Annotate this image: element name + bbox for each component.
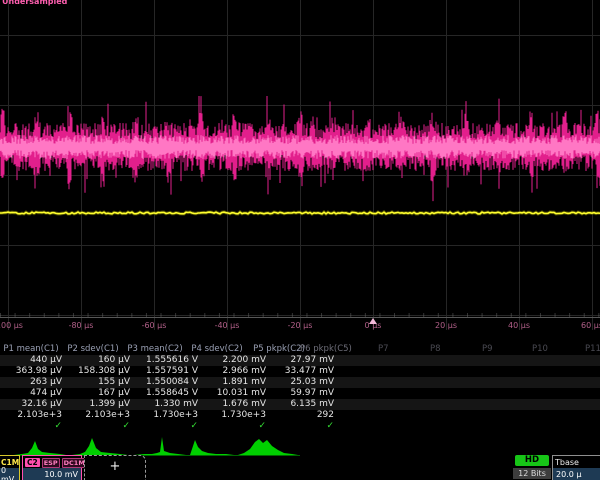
status-check-icon: ✓ <box>0 421 68 432</box>
status-row: ✓✓✓✓✓ <box>0 421 600 432</box>
param-value: 33.477 mV <box>272 366 340 377</box>
param-value: 158.308 µV <box>68 366 136 377</box>
time-axis-label: -20 µs <box>288 321 313 330</box>
param-value: 160 µV <box>68 355 136 366</box>
param-header[interactable]: P1 mean(C1) <box>0 344 62 355</box>
hd-badge: HD <box>515 455 549 466</box>
table-row: 363.98 µV158.308 µV1.557591 V2.966 mV33.… <box>0 366 600 377</box>
time-axis-label: 60 µs <box>581 321 600 330</box>
param-value: 1.550084 V <box>136 377 204 388</box>
param-header-unused[interactable]: P8 <box>430 344 441 355</box>
histicon <box>14 441 66 455</box>
undersampled-warning-label: Undersampled <box>2 0 67 6</box>
table-row: 474 µV167 µV1.558645 V10.031 mV59.97 mV <box>0 388 600 399</box>
c1-channel-descriptor[interactable]: C1M 0 mV <box>0 455 20 480</box>
histicon <box>238 439 298 455</box>
param-value: 32.16 µV <box>0 399 68 410</box>
param-value: 1.399 µV <box>68 399 136 410</box>
status-check-icon: ✓ <box>136 421 204 432</box>
param-header-unused[interactable]: P11 <box>585 344 600 355</box>
time-axis-label: -80 µs <box>69 321 94 330</box>
param-value: 2.103e+3 <box>68 410 136 421</box>
hd-bits-label: 12 Bits <box>513 468 551 479</box>
param-value: 2.103e+3 <box>0 410 68 421</box>
timebase-scale-value: 20.0 µ <box>553 468 600 480</box>
status-check-icon: ✓ <box>68 421 136 432</box>
c2-esp-chip: ESP <box>42 458 60 468</box>
histicon <box>72 438 128 455</box>
trigger-position-marker[interactable] <box>369 318 377 324</box>
table-row: 440 µV160 µV1.555616 V2.200 mV27.97 mV <box>0 355 600 366</box>
param-value: 1.558645 V <box>136 388 204 399</box>
hd-mode-indicator[interactable]: HD 12 Bits <box>512 455 552 480</box>
time-axis-label: 40 µs <box>508 321 530 330</box>
param-value: 1.555616 V <box>136 355 204 366</box>
param-header-unused[interactable]: P10 <box>532 344 548 355</box>
time-axis: -100 µs-80 µs-60 µs-40 µs-20 µs0 µs20 µs… <box>0 319 600 333</box>
param-value: 440 µV <box>0 355 68 366</box>
c2-scale-value: 10.0 mV <box>23 468 81 480</box>
param-value: 1.891 mV <box>204 377 272 388</box>
timebase-descriptor[interactable]: Tbase 20.0 µ <box>552 455 600 480</box>
table-row: 32.16 µV1.399 µV1.330 mV1.676 mV6.135 mV <box>0 399 600 410</box>
param-header[interactable]: P2 sdev(C1) <box>62 344 124 355</box>
status-check-icon: ✓ <box>204 421 272 432</box>
param-header-unused[interactable]: P6 pkpk(C5) <box>300 344 352 355</box>
param-value: 27.97 mV <box>272 355 340 366</box>
table-row: 263 µV155 µV1.550084 V1.891 mV25.03 mV <box>0 377 600 388</box>
param-value: 167 µV <box>68 388 136 399</box>
plus-icon: + <box>110 460 121 473</box>
histicon <box>134 437 186 455</box>
histicon <box>190 440 234 455</box>
timebase-label: Tbase <box>555 458 579 467</box>
time-axis-label: -100 µs <box>0 321 23 330</box>
param-value: 2.966 mV <box>204 366 272 377</box>
time-axis-label: -60 µs <box>142 321 167 330</box>
param-value: 363.98 µV <box>0 366 68 377</box>
c1-scale-value: 0 mV <box>0 468 19 480</box>
descriptor-bar: C1M 0 mV C2 ESP DC1M 10.0 mV + HD 12 Bit… <box>0 455 600 480</box>
param-value: 292 <box>272 410 340 421</box>
param-value: 1.330 mV <box>136 399 204 410</box>
param-value: 155 µV <box>68 377 136 388</box>
param-value: 2.200 mV <box>204 355 272 366</box>
param-value: 474 µV <box>0 388 68 399</box>
param-value: 1.557591 V <box>136 366 204 377</box>
param-value: 59.97 mV <box>272 388 340 399</box>
time-axis-label: -40 µs <box>215 321 240 330</box>
c2-channel-badge: C2 <box>25 458 40 467</box>
oscilloscope-screen: Undersampled -100 µs -80 µs -60 µs -40 µs -2… <box>0 0 600 480</box>
param-header[interactable]: P4 sdev(C2) <box>186 344 248 355</box>
param-header-unused[interactable]: P7 <box>378 344 389 355</box>
param-header[interactable]: P3 mean(C2) <box>124 344 186 355</box>
param-value: 1.730e+3 <box>204 410 272 421</box>
param-header-unused[interactable]: P9 <box>482 344 493 355</box>
param-value: 263 µV <box>0 377 68 388</box>
status-check-icon: ✓ <box>272 421 340 432</box>
measurement-table: P1 mean(C1)P2 sdev(C1)P3 mean(C2)P4 sdev… <box>0 344 600 432</box>
param-value: 1.730e+3 <box>136 410 204 421</box>
time-axis-label: 20 µs <box>435 321 457 330</box>
param-value: 10.031 mV <box>204 388 272 399</box>
param-value: 1.676 mV <box>204 399 272 410</box>
param-value: 25.03 mV <box>272 377 340 388</box>
add-trace-slot[interactable]: + <box>84 455 146 480</box>
param-value: 6.135 mV <box>272 399 340 410</box>
table-row: 2.103e+32.103e+31.730e+31.730e+3292 <box>0 410 600 421</box>
c2-channel-descriptor[interactable]: C2 ESP DC1M 10.0 mV <box>22 455 82 480</box>
waveform-canvas <box>0 0 600 330</box>
